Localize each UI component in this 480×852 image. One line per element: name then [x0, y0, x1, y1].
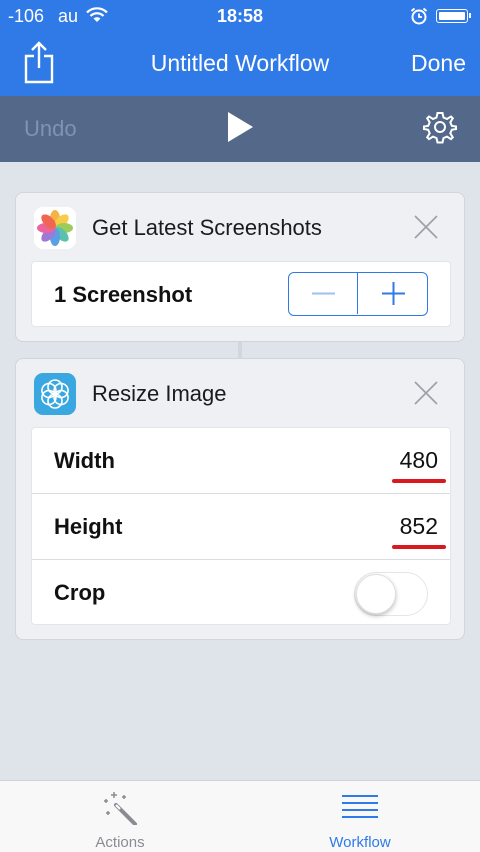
width-row[interactable]: Width 480 [32, 428, 450, 494]
gear-icon[interactable] [423, 110, 457, 144]
screenshot-count-row: 1 Screenshot [32, 262, 450, 328]
action-card-header: Get Latest Screenshots [16, 193, 464, 261]
crop-label: Crop [54, 580, 106, 605]
undo-button[interactable]: Undo [24, 116, 77, 142]
action-parameters: 1 Screenshot [31, 261, 451, 327]
toggle-knob [356, 574, 396, 614]
navigation-bar: Untitled Workflow Done [0, 32, 480, 96]
height-label: Height [54, 514, 123, 539]
action-card-get-latest-screenshots[interactable]: Get Latest Screenshots 1 Screenshot [15, 192, 465, 342]
tab-actions[interactable]: Actions [0, 781, 240, 852]
photos-icon [34, 207, 76, 249]
close-icon[interactable] [414, 381, 438, 405]
width-value: 480 [399, 447, 438, 473]
action-connector [238, 342, 242, 358]
clock: 18:58 [216, 6, 264, 26]
tab-workflow-label: Workflow [329, 834, 391, 851]
width-label: Width [54, 448, 115, 473]
magic-wand-icon [102, 789, 138, 826]
increment-button[interactable] [359, 273, 428, 314]
alarm-icon [410, 7, 428, 30]
action-card-header: Resize Image [16, 359, 464, 427]
close-icon[interactable] [414, 215, 438, 239]
decrement-button[interactable] [289, 273, 358, 314]
height-row[interactable]: Height 852 [32, 494, 450, 560]
action-title: Get Latest Screenshots [92, 215, 322, 240]
tab-bar: Actions Workflow [0, 780, 480, 852]
page-title: Untitled Workflow [150, 50, 330, 76]
done-button[interactable]: Done [411, 50, 466, 77]
highlight-underline [391, 479, 446, 483]
battery-icon [436, 9, 471, 23]
height-value: 852 [399, 513, 438, 539]
tab-workflow[interactable]: Workflow [240, 781, 480, 852]
height-field[interactable]: 852 [391, 513, 446, 549]
highlight-underline [391, 545, 446, 549]
screenshot-count-label: 1 Screenshot [54, 282, 193, 307]
crop-row: Crop [32, 560, 450, 626]
resize-image-icon [34, 373, 76, 415]
crop-toggle[interactable] [354, 572, 428, 616]
status-bar: -106 au 18:58 [0, 0, 480, 32]
play-icon[interactable] [226, 111, 254, 143]
action-parameters: Width 480 Height 852 Crop [31, 427, 451, 625]
list-icon [342, 789, 378, 825]
action-title: Resize Image [92, 381, 227, 406]
width-field[interactable]: 480 [391, 447, 446, 483]
tab-actions-label: Actions [95, 834, 145, 851]
quantity-stepper[interactable] [288, 272, 428, 316]
action-card-resize-image[interactable]: Resize Image Width 480 Height 852 Crop [15, 358, 465, 640]
editor-toolbar: Undo [0, 96, 480, 162]
